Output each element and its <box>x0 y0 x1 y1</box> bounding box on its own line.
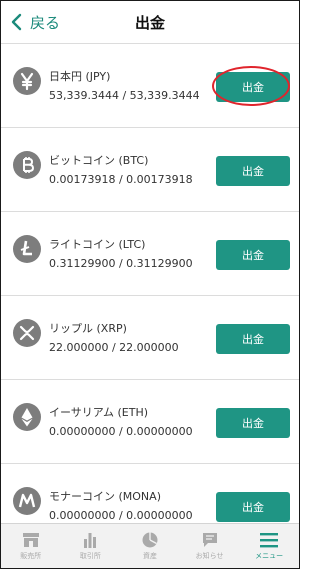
bottom-nav: 販売所 取引所 資産 お知らせ メニュー <box>1 523 299 568</box>
menu-icon <box>260 533 279 548</box>
yen-icon <box>13 67 41 95</box>
asset-name: イーサリアム (ETH) <box>49 406 149 419</box>
asset-row-jpy: 日本円 (JPY) 53,339.3444 / 53,339.3444 出金 <box>1 43 299 128</box>
withdraw-button-jpy[interactable]: 出金 <box>216 72 290 102</box>
asset-row-eth: イーサリアム (ETH) 0.00000000 / 0.00000000 出金 <box>1 380 299 464</box>
store-icon <box>22 533 39 547</box>
pie-chart-icon <box>142 532 158 548</box>
asset-amount: 0.31129900 / 0.31129900 <box>49 257 193 270</box>
nav-item-assets[interactable]: 資産 <box>120 524 180 568</box>
asset-amount: 0.00173918 / 0.00173918 <box>49 173 193 186</box>
withdraw-button-mona[interactable]: 出金 <box>216 492 290 522</box>
withdraw-button-btc[interactable]: 出金 <box>216 156 290 186</box>
asset-row-ltc: ライトコイン (LTC) 0.31129900 / 0.31129900 出金 <box>1 212 299 296</box>
withdraw-button-xrp[interactable]: 出金 <box>216 324 290 354</box>
asset-row-xrp: リップル (XRP) 22.000000 / 22.000000 出金 <box>1 296 299 380</box>
nav-label: メニュー <box>255 552 284 560</box>
nav-item-menu[interactable]: メニュー <box>239 524 299 568</box>
withdraw-button-eth[interactable]: 出金 <box>216 408 290 438</box>
asset-amount: 0.00000000 / 0.00000000 <box>49 425 193 438</box>
litecoin-icon <box>13 235 41 263</box>
asset-name: リップル (XRP) <box>49 322 127 335</box>
nav-item-store[interactable]: 販売所 <box>1 524 61 568</box>
nav-item-news[interactable]: お知らせ <box>180 524 240 568</box>
app-frame: 戻る 出金 日本円 (JPY) 53,339.3444 / 53,339.344… <box>0 0 300 569</box>
asset-list: 日本円 (JPY) 53,339.3444 / 53,339.3444 出金 ビ… <box>1 43 299 548</box>
asset-name: モナーコイン (MONA) <box>49 490 161 503</box>
page-title: 出金 <box>134 14 165 32</box>
nav-label: お知らせ <box>195 552 224 560</box>
bitcoin-icon <box>13 151 41 179</box>
bar-chart-icon <box>84 533 97 548</box>
asset-amount: 0.00000000 / 0.00000000 <box>49 509 193 522</box>
top-bar: 戻る 出金 <box>1 1 299 43</box>
asset-row-btc: ビットコイン (BTC) 0.00173918 / 0.00173918 出金 <box>1 128 299 212</box>
monacoin-icon <box>13 487 41 515</box>
withdraw-button-ltc[interactable]: 出金 <box>216 240 290 270</box>
nav-label: 資産 <box>142 552 157 560</box>
nav-label: 販売所 <box>20 552 42 560</box>
nav-item-exchange[interactable]: 取引所 <box>61 524 121 568</box>
asset-amount: 22.000000 / 22.000000 <box>49 341 179 354</box>
message-icon <box>202 533 217 547</box>
asset-name: ビットコイン (BTC) <box>49 154 149 167</box>
asset-name: 日本円 (JPY) <box>49 70 111 83</box>
asset-name: ライトコイン (LTC) <box>49 238 146 251</box>
ripple-icon <box>13 319 41 347</box>
ethereum-icon <box>13 403 41 431</box>
asset-amount: 53,339.3444 / 53,339.3444 <box>49 89 200 102</box>
nav-label: 取引所 <box>79 552 101 560</box>
